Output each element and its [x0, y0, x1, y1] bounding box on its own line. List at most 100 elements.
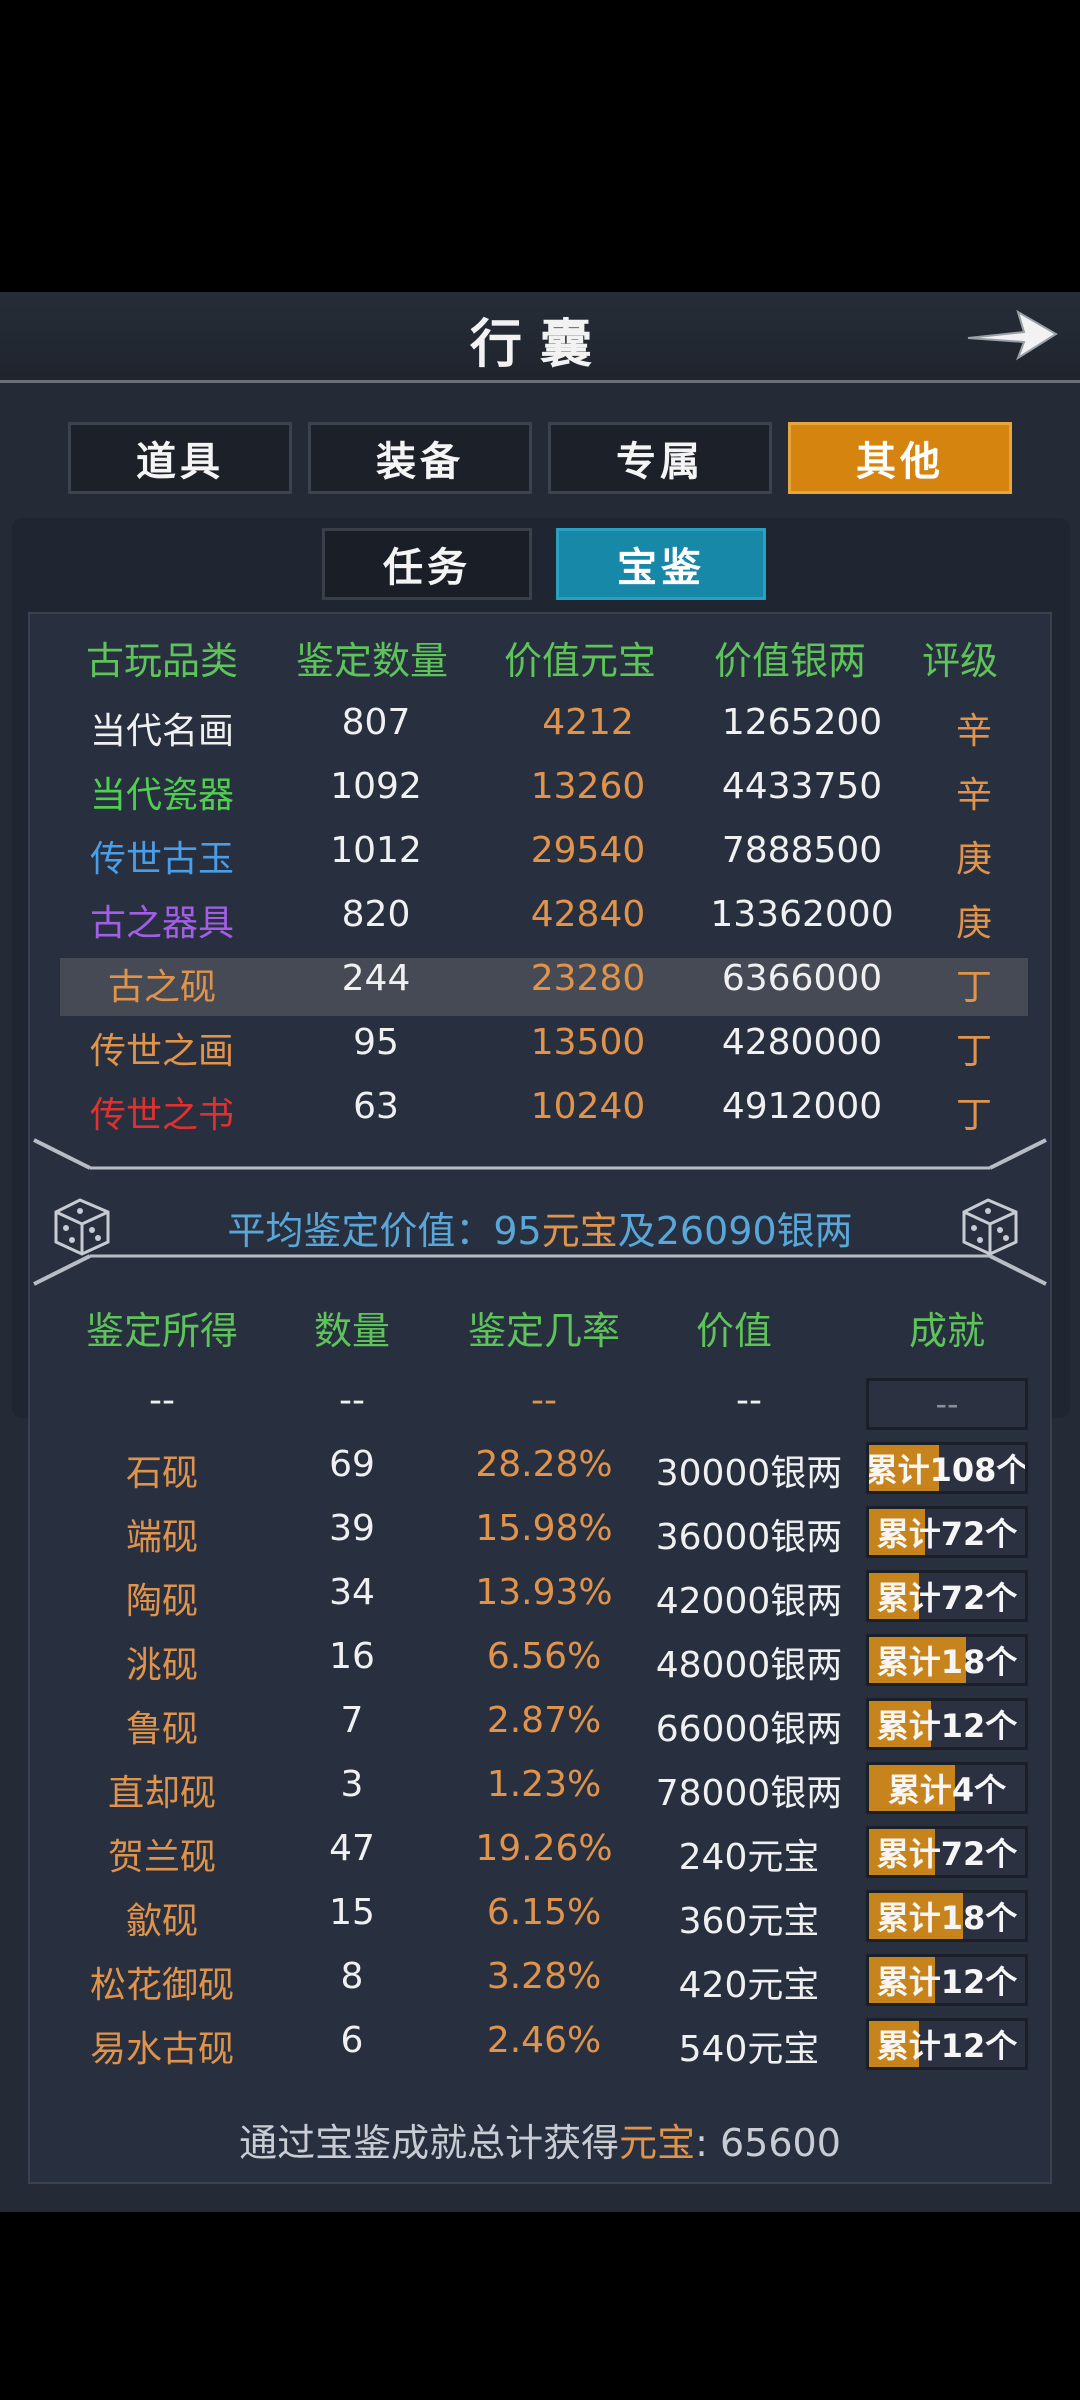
result-name: 易水古砚 — [89, 2029, 234, 2070]
result-qty: 69 — [329, 1444, 375, 1485]
value-yuanbao: 10240 — [530, 1086, 646, 1127]
result-value: 420元宝 — [678, 1965, 820, 2006]
achievement-badge[interactable]: 累计18个 — [866, 1890, 1028, 1942]
tab-exclusive[interactable]: 专属 — [548, 422, 772, 494]
achievement-badge[interactable]: 累计108个 — [866, 1442, 1028, 1494]
tab-equipment[interactable]: 装备 — [308, 422, 532, 494]
appraisal-count: 1012 — [330, 830, 422, 871]
header-result: 鉴定所得 — [85, 1309, 238, 1353]
result-value: 540元宝 — [678, 2029, 820, 2070]
result-rate: 2.46% — [486, 2020, 602, 2061]
appraisal-count: 807 — [341, 702, 411, 743]
result-name: 松花御砚 — [89, 1965, 234, 2006]
grade: 丁 — [955, 1031, 992, 1072]
value-yuanbao: 13500 — [530, 1022, 646, 1063]
grade: 庚 — [955, 839, 992, 880]
value-silver: 4912000 — [721, 1086, 883, 1127]
result-rate: 28.28% — [475, 1444, 613, 1485]
right-arrow-icon[interactable] — [962, 298, 1062, 368]
result-rate: 2.87% — [486, 1700, 602, 1741]
result-qty: -- — [339, 1380, 365, 1421]
header-achievement: 成就 — [908, 1309, 985, 1353]
category-name: 传世之书 — [89, 1095, 234, 1136]
achievement-badge[interactable]: 累计12个 — [866, 1698, 1028, 1750]
result-qty: 8 — [340, 1956, 364, 1997]
grade: 辛 — [955, 775, 992, 816]
achievement-badge[interactable]: 累计18个 — [866, 1634, 1028, 1686]
result-name: 鲁砚 — [125, 1709, 198, 1750]
grade: 辛 — [955, 711, 992, 752]
result-value: 48000银两 — [655, 1645, 843, 1686]
result-name: 石砚 — [125, 1453, 198, 1494]
result-value: -- — [736, 1380, 762, 1421]
result-value: 360元宝 — [678, 1901, 820, 1942]
achievement-badge[interactable]: 累计72个 — [866, 1826, 1028, 1878]
value-yuanbao: 23280 — [530, 958, 646, 999]
result-name: 陶砚 — [125, 1581, 198, 1622]
achievement-text: 累计12个 — [876, 2027, 1018, 2065]
appraisal-count: 1092 — [330, 766, 422, 807]
value-silver: 6366000 — [721, 958, 883, 999]
result-qty: 3 — [340, 1764, 364, 1805]
value-silver: 13362000 — [710, 894, 894, 935]
achievement-text: 累计72个 — [876, 1835, 1018, 1873]
result-rate: 6.15% — [486, 1892, 602, 1933]
achievement-badge[interactable]: 累计72个 — [866, 1570, 1028, 1622]
result-rate: -- — [531, 1380, 557, 1421]
result-rate: 15.98% — [475, 1508, 613, 1549]
value-silver: 7888500 — [721, 830, 883, 871]
achievement-text: 累计108个 — [866, 1451, 1028, 1489]
result-qty: 15 — [329, 1892, 375, 1933]
value-silver: 4280000 — [721, 1022, 883, 1063]
appraisal-count: 63 — [353, 1086, 399, 1127]
achievement-badge[interactable]: 累计72个 — [866, 1506, 1028, 1558]
header-count: 鉴定数量 — [295, 639, 448, 683]
value-yuanbao: 29540 — [530, 830, 646, 871]
achievement-badge: -- — [866, 1378, 1028, 1430]
achievement-text: 累计18个 — [876, 1643, 1018, 1681]
result-rate: 1.23% — [486, 1764, 602, 1805]
achievement-badge[interactable]: 累计4个 — [866, 1762, 1028, 1814]
achievement-text: 累计12个 — [876, 1707, 1018, 1745]
result-name: -- — [149, 1380, 175, 1421]
category-name: 当代瓷器 — [89, 775, 234, 816]
result-qty: 7 — [340, 1700, 364, 1741]
result-value: 240元宝 — [678, 1837, 820, 1878]
result-rate: 19.26% — [475, 1828, 613, 1869]
result-qty: 34 — [329, 1572, 375, 1613]
achievement-total: 通过宝鉴成就总计获得元宝: 65600 — [0, 2112, 1080, 2167]
result-name: 洮砚 — [125, 1645, 198, 1686]
total-amount: : 65600 — [695, 2121, 841, 2165]
header-rate: 鉴定几率 — [467, 1309, 620, 1353]
window-title: 行囊 — [469, 314, 610, 375]
value-yuanbao: 13260 — [530, 766, 646, 807]
result-value: 36000银两 — [655, 1517, 843, 1558]
achievement-badge[interactable]: 累计12个 — [866, 2018, 1028, 2070]
grade: 庚 — [955, 903, 992, 944]
result-rate: 3.28% — [486, 1956, 602, 1997]
header-yuanbao: 价值元宝 — [503, 639, 656, 683]
result-qty: 39 — [329, 1508, 375, 1549]
subtab-quests[interactable]: 任务 — [322, 528, 532, 600]
average-and: 及 — [617, 1209, 656, 1253]
tab-items[interactable]: 道具 — [68, 422, 292, 494]
header-silver: 价值银两 — [713, 639, 866, 683]
value-silver: 4433750 — [721, 766, 883, 807]
average-value: 平均鉴定价值：95元宝及26090银两 — [0, 1200, 1080, 1255]
result-value: 42000银两 — [655, 1581, 843, 1622]
result-qty: 16 — [329, 1636, 375, 1677]
achievement-text: 累计12个 — [876, 1963, 1018, 2001]
appraisal-count: 244 — [341, 958, 411, 999]
value-silver: 1265200 — [721, 702, 883, 743]
category-name: 当代名画 — [89, 711, 234, 752]
tab-other[interactable]: 其他 — [788, 422, 1012, 494]
average-yuanbao-value: 95 — [493, 1209, 542, 1253]
result-qty: 47 — [329, 1828, 375, 1869]
category-name: 传世之画 — [89, 1031, 234, 1072]
subtab-treasure-book[interactable]: 宝鉴 — [556, 528, 766, 600]
achievement-badge[interactable]: 累计12个 — [866, 1954, 1028, 2006]
total-currency: 元宝 — [619, 2121, 696, 2165]
grade: 丁 — [955, 1095, 992, 1136]
appraisal-count: 95 — [353, 1022, 399, 1063]
category-name: 传世古玉 — [89, 839, 234, 880]
